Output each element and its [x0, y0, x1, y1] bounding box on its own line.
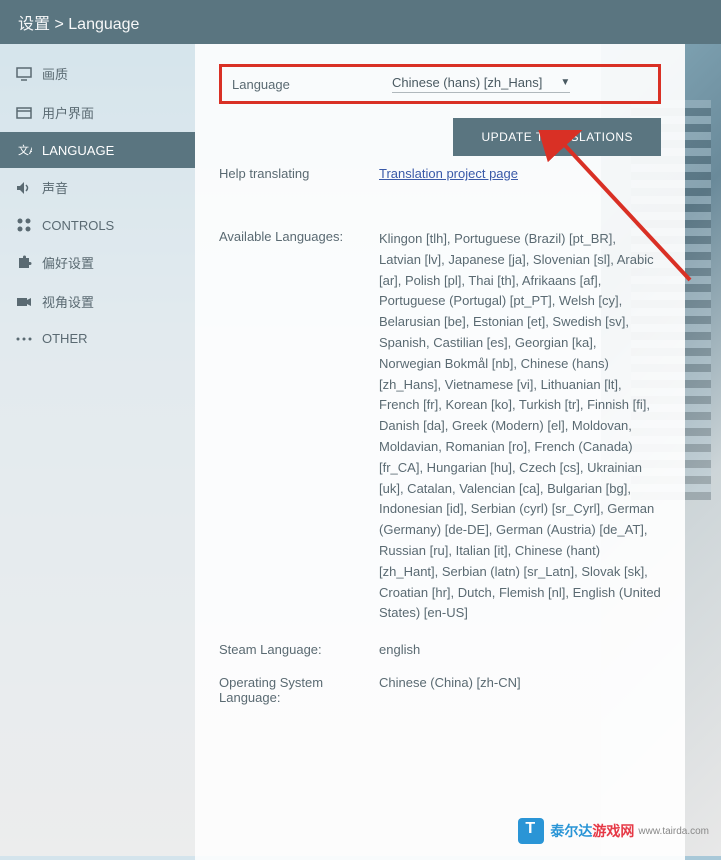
watermark-logo-icon: [518, 818, 544, 844]
os-language-row: Operating System Language: Chinese (Chin…: [219, 675, 661, 705]
sidebar-item-label: 偏好设置: [42, 253, 94, 272]
speaker-icon: [14, 181, 34, 195]
steam-language-value: english: [379, 642, 661, 657]
sidebar-item-label: 视角设置: [42, 292, 94, 311]
translation-project-link[interactable]: Translation project page: [379, 166, 518, 181]
breadcrumb-separator: >: [54, 16, 63, 33]
language-dropdown-value: Chinese (hans) [zh_Hans]: [392, 75, 542, 90]
card-icon: [14, 107, 34, 119]
os-language-label: Operating System Language:: [219, 675, 379, 705]
help-translating-row: Help translating Translation project pag…: [219, 166, 661, 181]
update-translations-button[interactable]: UPDATE TRANSLATIONS: [453, 118, 661, 156]
gamepad-icon: [14, 217, 34, 233]
watermark-text-2: 游戏网: [592, 821, 634, 841]
sidebar-item-label: LANGUAGE: [42, 143, 114, 158]
breadcrumb-root[interactable]: 设置: [18, 16, 50, 33]
os-language-value: Chinese (China) [zh-CN]: [379, 675, 661, 705]
sidebar-item-controls[interactable]: CONTROLS: [0, 207, 195, 243]
sidebar-item-language[interactable]: 文A LANGUAGE: [0, 132, 195, 168]
breadcrumb-current: Language: [68, 16, 139, 33]
available-languages-label: Available Languages:: [219, 229, 379, 624]
available-languages-list: Klingon [tlh], Portuguese (Brazil) [pt_B…: [379, 229, 661, 624]
breadcrumb: 设置 > Language: [0, 0, 721, 44]
sidebar-item-display[interactable]: 画质: [0, 54, 195, 93]
sidebar-item-label: 画质: [42, 64, 68, 83]
main-container: 画质 用户界面 文A LANGUAGE 声音 CONTROLS: [0, 44, 721, 860]
watermark-text-1: 泰尔达: [550, 821, 592, 841]
steam-language-row: Steam Language: english: [219, 642, 661, 657]
monitor-icon: [14, 67, 34, 81]
sidebar-item-other[interactable]: OTHER: [0, 321, 195, 356]
dots-icon: [14, 337, 34, 341]
sidebar-item-preferences[interactable]: 偏好设置: [0, 243, 195, 282]
watermark-url: www.tairda.com: [638, 826, 709, 837]
sidebar-item-sound[interactable]: 声音: [0, 168, 195, 207]
puzzle-icon: [14, 255, 34, 271]
language-dropdown[interactable]: Chinese (hans) [zh_Hans] ▼: [392, 75, 570, 93]
sidebar: 画质 用户界面 文A LANGUAGE 声音 CONTROLS: [0, 44, 195, 860]
sidebar-item-label: 声音: [42, 178, 68, 197]
steam-language-label: Steam Language:: [219, 642, 379, 657]
language-selector-highlight: Language Chinese (hans) [zh_Hans] ▼: [219, 64, 661, 104]
language-label: Language: [232, 77, 392, 92]
chevron-down-icon: ▼: [560, 77, 570, 88]
sidebar-item-label: OTHER: [42, 331, 88, 346]
help-translating-label: Help translating: [219, 166, 379, 181]
sidebar-item-ui[interactable]: 用户界面: [0, 93, 195, 132]
svg-text:文A: 文A: [18, 143, 32, 157]
content-panel: Language Chinese (hans) [zh_Hans] ▼ UPDA…: [195, 44, 685, 860]
sidebar-item-label: CONTROLS: [42, 218, 114, 233]
watermark: 泰尔达游戏网 www.tairda.com: [518, 818, 709, 844]
sidebar-item-label: 用户界面: [42, 103, 94, 122]
sidebar-item-camera[interactable]: 视角设置: [0, 282, 195, 321]
translate-icon: 文A: [14, 142, 34, 158]
camera-icon: [14, 296, 34, 308]
available-languages-row: Available Languages: Klingon [tlh], Port…: [219, 229, 661, 624]
